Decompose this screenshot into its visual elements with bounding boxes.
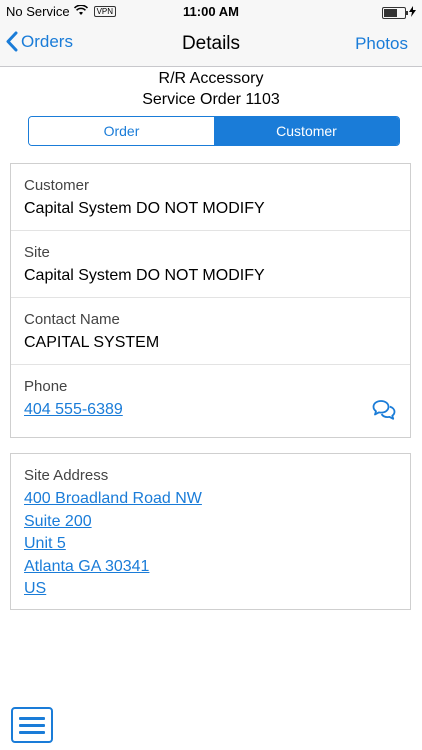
customer-label: Customer xyxy=(24,177,90,194)
site-value: Capital System DO NOT MODIFY xyxy=(24,267,265,284)
menu-button[interactable] xyxy=(11,707,53,743)
charging-bolt-icon xyxy=(409,5,416,20)
contact-name-field: Contact Name CAPITAL SYSTEM xyxy=(11,298,410,365)
address-line-unit[interactable]: Unit 5 xyxy=(24,533,397,556)
address-line-street[interactable]: 400 Broadland Road NW xyxy=(24,488,397,511)
chat-bubbles-icon[interactable] xyxy=(372,399,396,426)
site-address-field: Site Address 400 Broadland Road NW Suite… xyxy=(11,454,410,601)
screen: No Service VPN 11:00 AM Orders Details P… xyxy=(0,0,422,750)
address-line-suite[interactable]: Suite 200 xyxy=(24,511,397,534)
hamburger-menu-icon xyxy=(19,716,45,720)
site-address-card: Site Address 400 Broadland Road NW Suite… xyxy=(10,453,411,610)
navigation-bar: Orders Details Photos xyxy=(0,22,422,67)
tab-customer[interactable]: Customer xyxy=(214,117,399,145)
site-label: Site xyxy=(24,244,50,261)
address-line-city[interactable]: Atlanta GA 30341 xyxy=(24,556,397,579)
site-address-lines: 400 Broadland Road NW Suite 200 Unit 5 A… xyxy=(24,488,397,601)
photos-button[interactable]: Photos xyxy=(355,34,408,54)
status-right xyxy=(382,5,416,20)
phone-label: Phone xyxy=(24,378,68,395)
site-field: Site Capital System DO NOT MODIFY xyxy=(11,231,410,298)
status-bar: No Service VPN 11:00 AM xyxy=(0,0,422,22)
contact-name-label: Contact Name xyxy=(24,311,120,328)
order-type: R/R Accessory xyxy=(158,70,264,87)
service-order-number: Service Order 1103 xyxy=(142,91,280,108)
tab-order[interactable]: Order xyxy=(29,117,214,145)
customer-field: Customer Capital System DO NOT MODIFY xyxy=(11,164,410,231)
battery-icon xyxy=(382,6,408,19)
customer-card: Customer Capital System DO NOT MODIFY Si… xyxy=(10,163,411,438)
status-time: 11:00 AM xyxy=(183,4,239,19)
phone-link[interactable]: 404 555-6389 xyxy=(24,399,397,421)
order-header: R/R Accessory Service Order 1103 xyxy=(0,68,422,110)
site-address-label: Site Address xyxy=(24,467,109,484)
contact-name-value: CAPITAL SYSTEM xyxy=(24,334,160,351)
address-line-country[interactable]: US xyxy=(24,578,397,601)
phone-field: Phone 404 555-6389 xyxy=(11,365,410,432)
customer-value: Capital System DO NOT MODIFY xyxy=(24,200,265,217)
segmented-control: Order Customer xyxy=(28,116,400,146)
